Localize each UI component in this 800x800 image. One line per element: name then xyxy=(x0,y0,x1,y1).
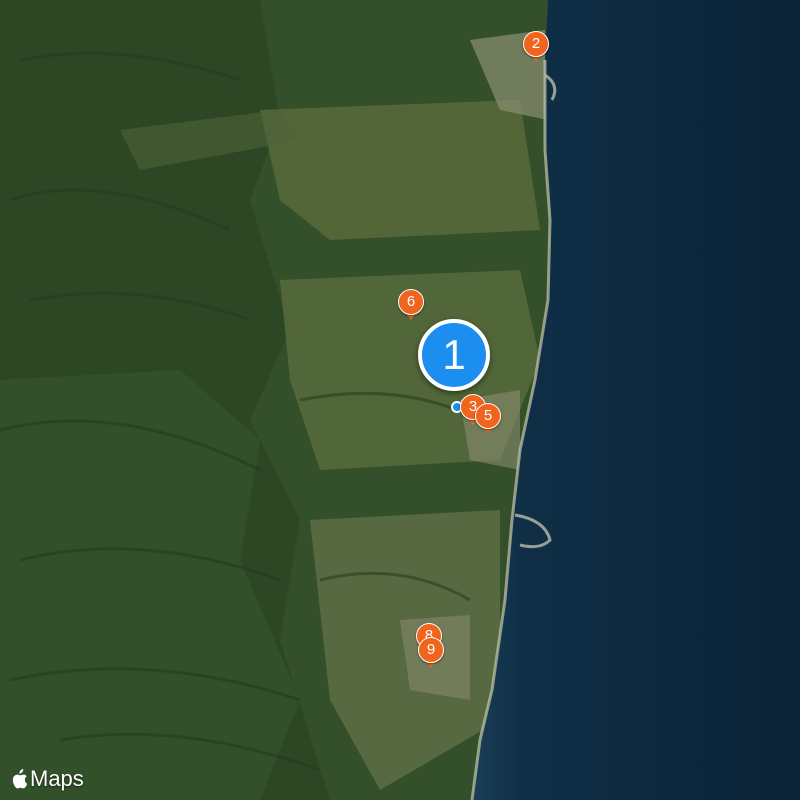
map-pin-2[interactable]: 2 xyxy=(523,31,549,65)
pin-label: 5 xyxy=(475,403,501,429)
pin-label: 9 xyxy=(418,637,444,663)
apple-logo-icon xyxy=(12,769,28,789)
map-pin-6[interactable]: 6 xyxy=(398,289,424,323)
pin-label: 2 xyxy=(523,31,549,57)
satellite-map[interactable] xyxy=(0,0,800,800)
cluster-pin-1[interactable]: 1 xyxy=(418,319,490,391)
map-pin-9[interactable]: 9 xyxy=(418,637,444,671)
maps-attribution: Maps xyxy=(10,766,84,792)
map-pin-5[interactable]: 5 xyxy=(475,403,501,437)
pin-label: 6 xyxy=(398,289,424,315)
maps-brand-text: Maps xyxy=(30,766,84,791)
